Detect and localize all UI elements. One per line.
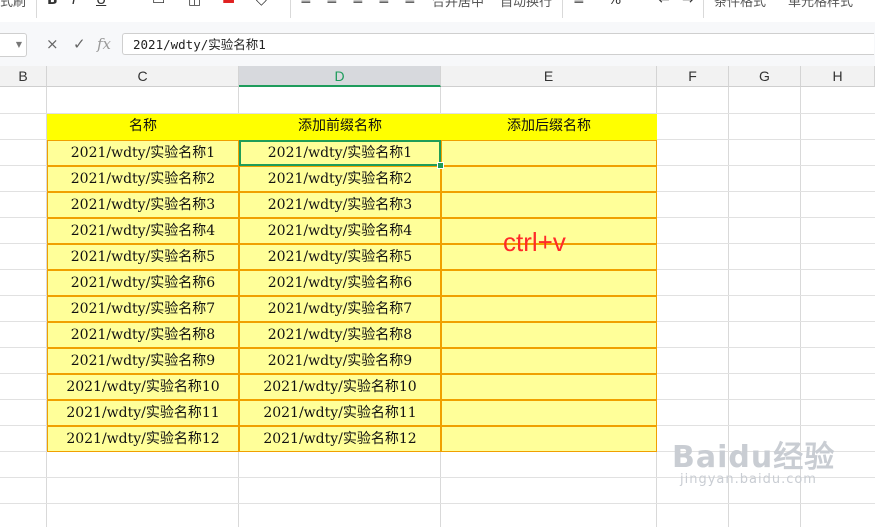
table-cell-d[interactable]: 2021/wdty/实验名称5 [239,244,441,270]
table-cell-d[interactable]: 2021/wdty/实验名称4 [239,218,441,244]
table-cell-e[interactable] [441,140,657,166]
toolbar-separator [36,0,37,18]
table-cell-e[interactable] [441,348,657,374]
watermark-logo: Baidu经验 [672,440,836,475]
table-cell-d[interactable]: 2021/wdty/实验名称6 [239,270,441,296]
table-cell-e[interactable] [441,296,657,322]
function-icon[interactable]: fx [97,35,111,53]
column-header-g[interactable]: G [729,66,801,87]
table-cell-e[interactable] [441,270,657,296]
name-box[interactable]: ▼ [0,33,27,57]
cancel-icon[interactable]: × [46,35,59,53]
percent-icon[interactable]: % [608,0,621,8]
header-cell-suffix-name[interactable]: 添加后缀名称 [441,114,657,140]
column-header-e[interactable]: E [441,66,657,87]
watermark-url: jingyan.baidu.com [680,472,817,487]
confirm-icon[interactable]: ✓ [73,35,86,53]
distribute-icon[interactable]: ≡ [404,0,416,8]
table-cell-e[interactable] [441,374,657,400]
formula-bar: ▼ × ✓ fx 2021/wdty/实验名称1 [0,22,875,67]
table-cell-d[interactable]: 2021/wdty/实验名称2 [239,166,441,192]
border-icon[interactable]: ▭ [152,0,165,8]
table-cell-e[interactable] [441,322,657,348]
table-cell-d[interactable]: 2021/wdty/实验名称9 [239,348,441,374]
column-header-h[interactable]: H [801,66,875,87]
wrap-text-button[interactable]: 自动换行 [500,0,552,10]
align-right-icon[interactable]: ≡ [352,0,364,8]
ribbon-toolbar: 式刷 B I U ▭ ◫ ▬ ◇ ≡ ≡ ≡ ≡ ≡ 合并居中 自动换行 ≡ %… [0,0,875,23]
merge-center-button[interactable]: 合并居中 [432,0,484,10]
header-cell-name[interactable]: 名称 [47,114,239,140]
cell-style-button[interactable]: 单元格样式 [788,0,853,10]
header-cell-prefix-name[interactable]: 添加前缀名称 [239,114,441,140]
table-cell-e[interactable] [441,426,657,452]
bold-button[interactable]: B [47,0,58,8]
baidu-watermark: Baidu经验 jingyan.baidu.com [672,432,836,487]
table-cell-e[interactable] [441,166,657,192]
table-cell-c[interactable]: 2021/wdty/实验名称11 [47,400,239,426]
table-cell-e[interactable] [441,400,657,426]
table-cell-c[interactable]: 2021/wdty/实验名称8 [47,322,239,348]
table-cell-c[interactable]: 2021/wdty/实验名称6 [47,270,239,296]
increase-decimal-icon[interactable]: ← [658,0,670,8]
table-cell-c[interactable]: 2021/wdty/实验名称5 [47,244,239,270]
column-header-b[interactable]: B [0,66,47,87]
conditional-format-button[interactable]: 条件格式 [714,0,766,10]
table-cell-d[interactable]: 2021/wdty/实验名称10 [239,374,441,400]
table-cell-c[interactable]: 2021/wdty/实验名称4 [47,218,239,244]
formula-input[interactable]: 2021/wdty/实验名称1 [122,33,874,55]
column-header-c[interactable]: C [47,66,239,87]
table-cell-c[interactable]: 2021/wdty/实验名称1 [47,140,239,166]
font-color-icon[interactable]: ▬ [222,0,235,8]
table-cell-e[interactable] [441,192,657,218]
table-cell-c[interactable]: 2021/wdty/实验名称12 [47,426,239,452]
table-cell-c[interactable]: 2021/wdty/实验名称9 [47,348,239,374]
column-header-f[interactable]: F [657,66,729,87]
toolbar-separator [703,0,704,18]
format-painter-button[interactable]: 式刷 [0,0,26,10]
table-cell-d[interactable]: 2021/wdty/实验名称3 [239,192,441,218]
column-header-d[interactable]: D [239,66,441,87]
decrease-decimal-icon[interactable]: → [682,0,694,8]
italic-button[interactable]: I [72,0,76,8]
table-cell-c[interactable]: 2021/wdty/实验名称7 [47,296,239,322]
table-cell-d[interactable]: 2021/wdty/实验名称8 [239,322,441,348]
toolbar-separator [562,0,563,18]
table-cell-c[interactable]: 2021/wdty/实验名称2 [47,166,239,192]
table-cell-c[interactable]: 2021/wdty/实验名称10 [47,374,239,400]
selected-cell-d[interactable]: 2021/wdty/实验名称1 [239,140,441,166]
thousands-icon[interactable]: ⁰ [632,0,638,8]
align-center-icon[interactable]: ≡ [326,0,338,8]
table-cell-d[interactable]: 2021/wdty/实验名称12 [239,426,441,452]
chevron-down-icon[interactable]: ▼ [16,40,22,49]
paste-annotation: ctrl+v [503,227,566,257]
number-format-icon[interactable]: ≡ [573,0,585,8]
fill-color-icon[interactable]: ◫ [188,0,201,8]
table-cell-c[interactable]: 2021/wdty/实验名称3 [47,192,239,218]
fill-handle[interactable] [437,162,444,169]
align-left-icon[interactable]: ≡ [300,0,312,8]
toolbar-separator [290,0,291,18]
table-cell-d[interactable]: 2021/wdty/实验名称7 [239,296,441,322]
table-cell-d[interactable]: 2021/wdty/实验名称11 [239,400,441,426]
justify-icon[interactable]: ≡ [378,0,390,8]
clear-format-icon[interactable]: ◇ [256,0,267,8]
underline-button[interactable]: U [96,0,106,8]
